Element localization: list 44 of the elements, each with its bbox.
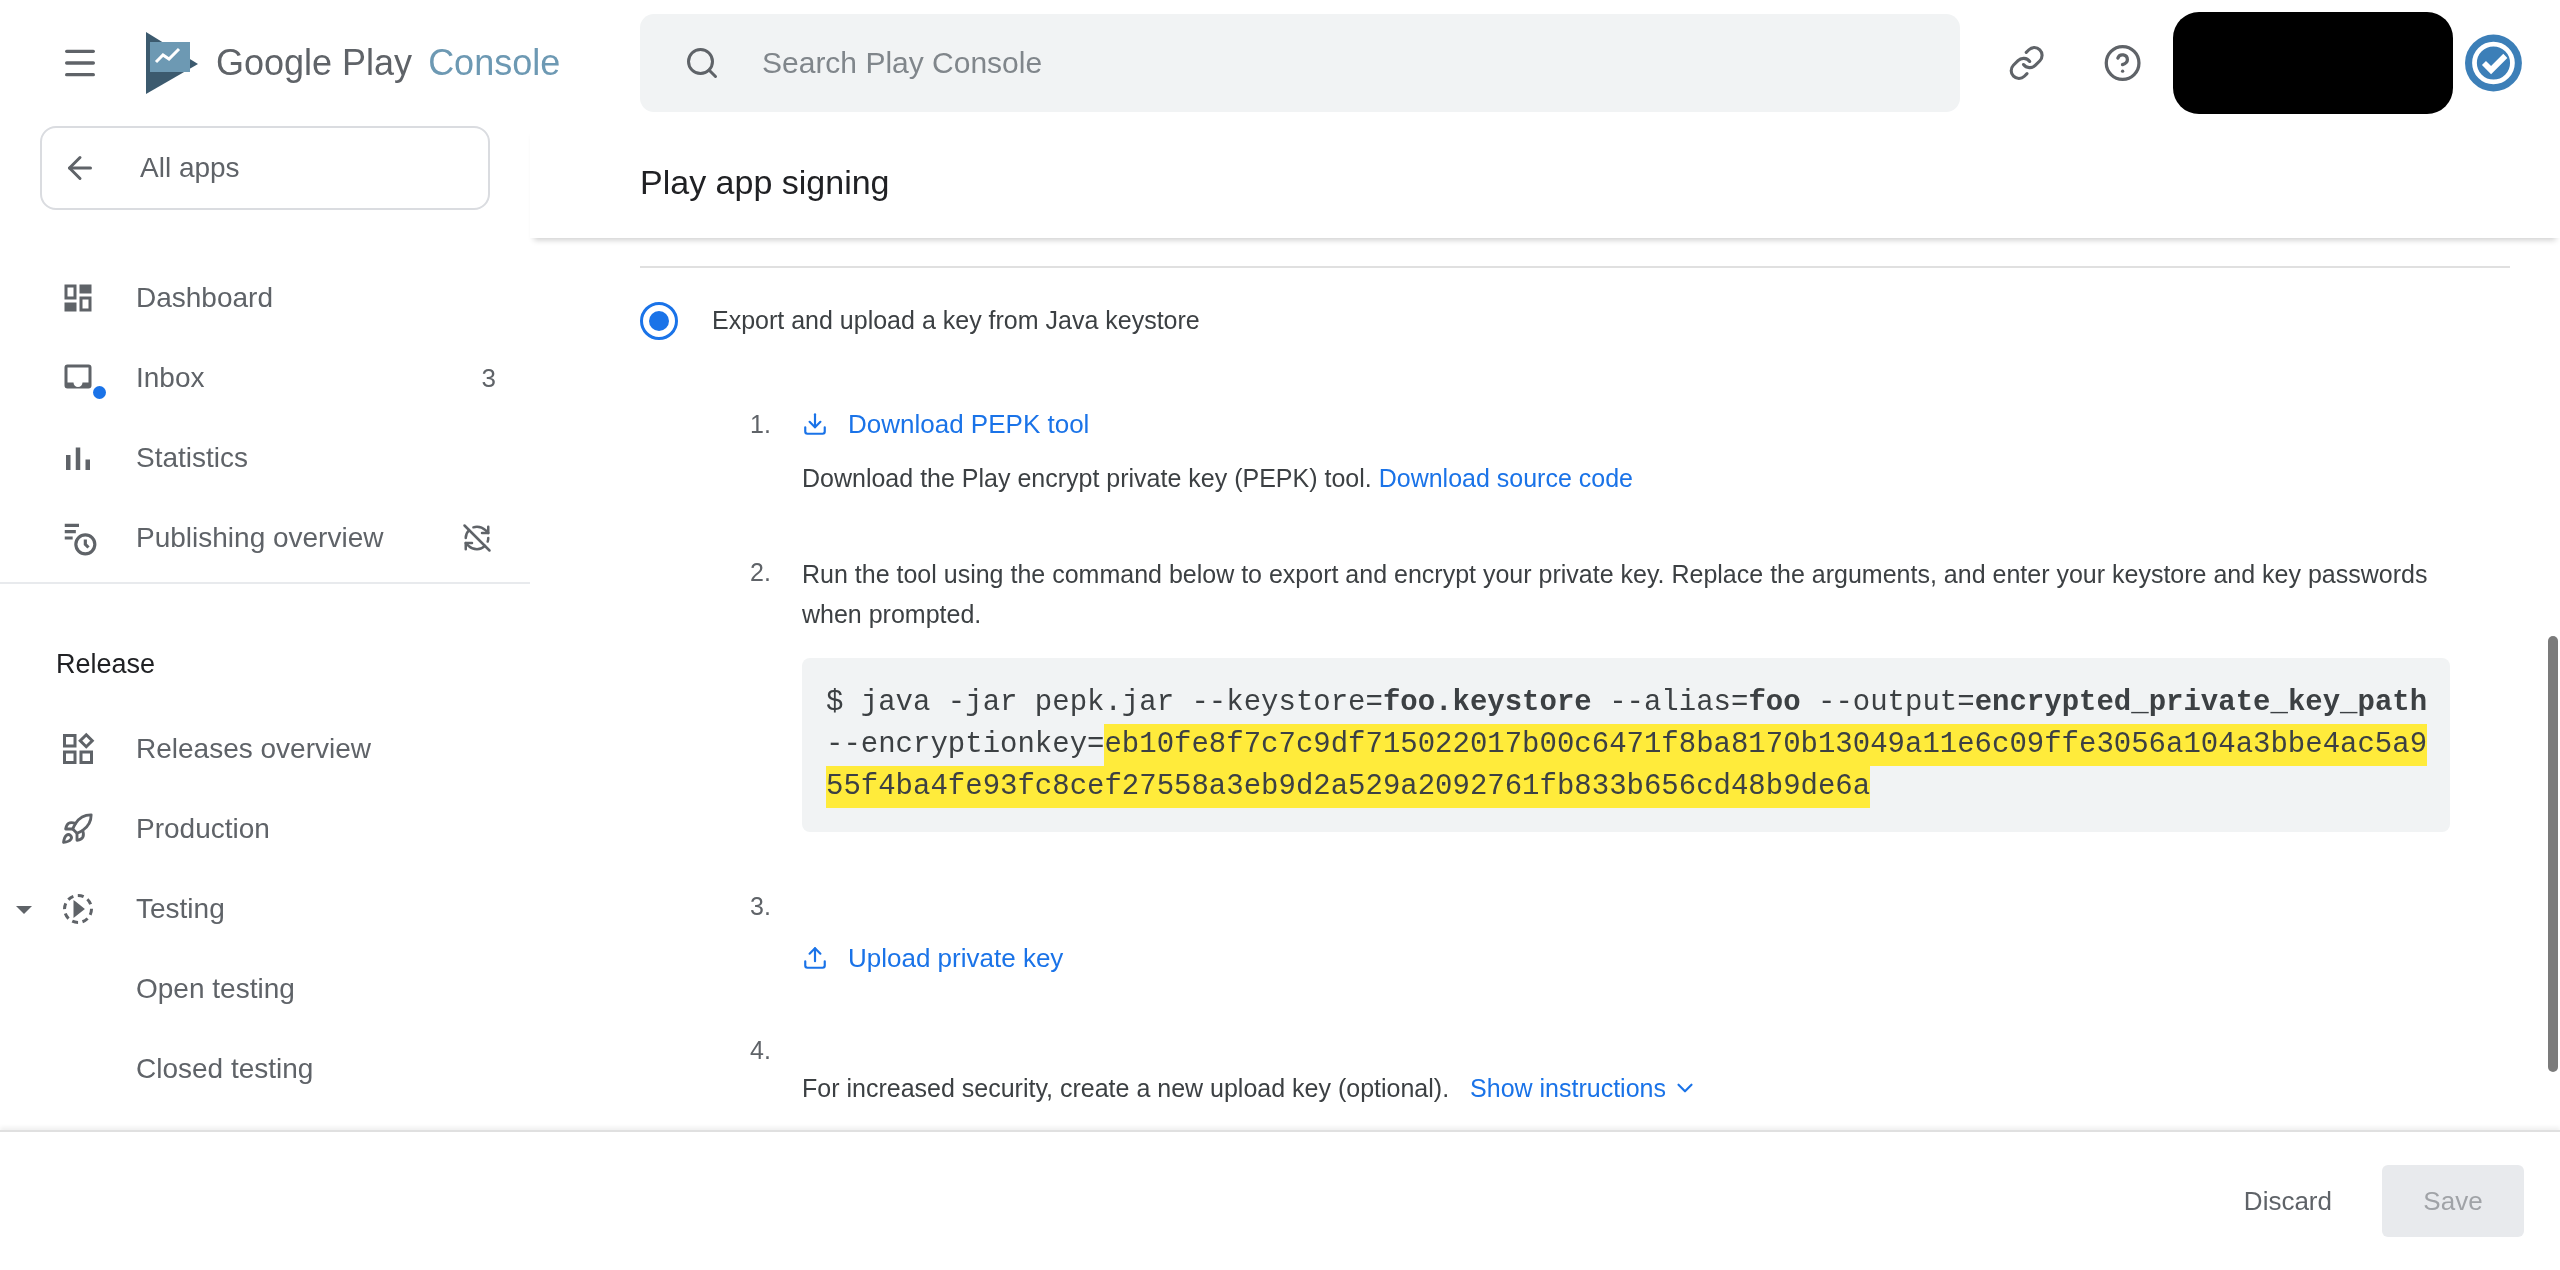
nav-item[interactable]: Publishing overview <box>136 517 384 559</box>
source-code-link[interactable]: Download source code <box>1378 464 1633 492</box>
radio-button[interactable] <box>640 302 678 340</box>
upload-icon <box>802 945 828 971</box>
scrollbar-thumb[interactable] <box>2548 636 2558 1072</box>
download-icon <box>802 411 828 437</box>
search-field[interactable]: Search Play Console <box>640 14 1960 112</box>
nav-item[interactable]: Testing <box>136 887 225 930</box>
step-description: Download the Play encrypt private key (PEPK) tool. Download source code <box>802 463 1634 494</box>
show-instructions-link[interactable]: Show instructions <box>1470 1068 1698 1108</box>
logo-product-text: Console <box>428 41 561 85</box>
command-text: --encryptionkey= <box>826 727 1105 763</box>
help-icon[interactable] <box>2103 43 2143 83</box>
nav-item[interactable]: Production <box>136 807 270 850</box>
nav-item[interactable]: Statistics <box>136 437 249 479</box>
shapes-icon <box>60 730 96 767</box>
nav-item[interactable]: Open testing <box>136 967 295 1010</box>
download-link[interactable]: Download PEPK tool <box>802 406 2450 442</box>
download-link[interactable]: Upload private key <box>802 940 2450 976</box>
search-icon <box>684 45 720 81</box>
step-number: 1. <box>750 409 772 440</box>
all-apps-button[interactable]: All apps <box>40 126 490 210</box>
section-heading: Release <box>56 649 156 679</box>
link-icon[interactable] <box>2008 44 2046 82</box>
page-title: Play app signing <box>640 161 890 203</box>
step-description: For increased security, create a new upload key (optional). Show instructions <box>802 1068 2450 1108</box>
unread-count: 3 <box>481 361 496 395</box>
highlighted-key: eb10fe8f7c7c9df715022017b00c6471f8ba8170b13049a11e6c09ffe3056a104a3bbe4ac5a9 <box>1104 724 2428 766</box>
discard-button[interactable]: Discard <box>2223 1165 2352 1237</box>
logo-text: Google Play <box>216 41 413 85</box>
step-number: 2. <box>750 557 772 588</box>
nav-item[interactable]: Releases overview <box>136 727 371 770</box>
command-text: $ java -jar pepk.jar --keystore=foo.keystore --alias=foo --output=encrypted_private_key_path <box>826 685 2428 721</box>
avatar-check-icon[interactable] <box>2465 34 2522 92</box>
rocket-icon <box>60 811 94 846</box>
option-label: Export and upload a key from Java keystore <box>712 305 1200 337</box>
nav-item[interactable]: Inbox <box>136 357 205 399</box>
step-description: Run the tool using the command below to export and encrypt your private key. Replace the arguments, and enter your keystore and key passwords when prompted. <box>802 559 2429 630</box>
step-number: 4. <box>750 1035 772 1066</box>
nav-item[interactable]: Dashboard <box>136 277 273 319</box>
play-console-logo-icon <box>144 32 200 94</box>
step-number: 3. <box>750 891 772 922</box>
nav-item[interactable]: Closed testing <box>136 1047 314 1090</box>
highlighted-key: 55f4ba4fe93fc8cef27558a3eb9d2a529a2092761fb833b656cd48b9de6a <box>826 766 1871 808</box>
